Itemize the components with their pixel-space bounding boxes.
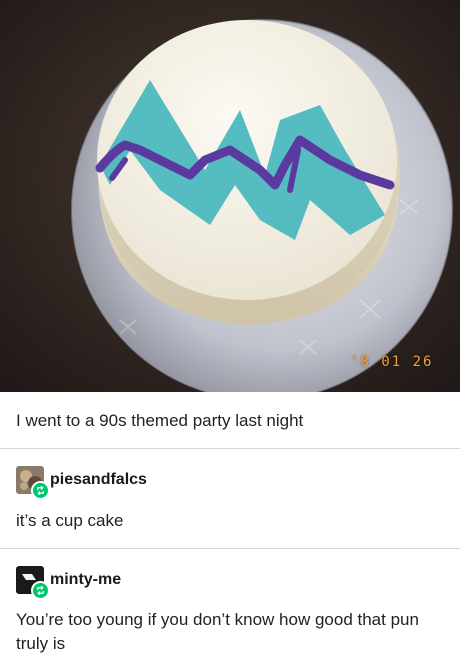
reblog-icon bbox=[31, 581, 50, 600]
reblog-header: minty-me bbox=[16, 566, 121, 600]
divider bbox=[0, 548, 460, 549]
date-stamp: '8 01 26 bbox=[350, 354, 434, 370]
cake-photo[interactable]: '8 01 26 bbox=[0, 0, 460, 392]
reblog-icon bbox=[31, 481, 50, 500]
post-caption: I went to a 90s themed party last night bbox=[16, 411, 304, 430]
reblog-text: You’re too young if you don’t know how g… bbox=[16, 610, 419, 653]
reblog-header: piesandfalcs bbox=[16, 466, 147, 500]
post: '8 01 26 I went to a 90s themed party la… bbox=[0, 0, 460, 666]
reblog-username[interactable]: piesandfalcs bbox=[50, 471, 147, 489]
avatar[interactable] bbox=[16, 566, 50, 600]
divider bbox=[0, 448, 460, 449]
avatar[interactable] bbox=[16, 466, 50, 500]
reblog-username[interactable]: minty-me bbox=[50, 571, 121, 589]
cake-illustration bbox=[0, 0, 460, 392]
reblog-text: it’s a cup cake bbox=[16, 511, 124, 530]
